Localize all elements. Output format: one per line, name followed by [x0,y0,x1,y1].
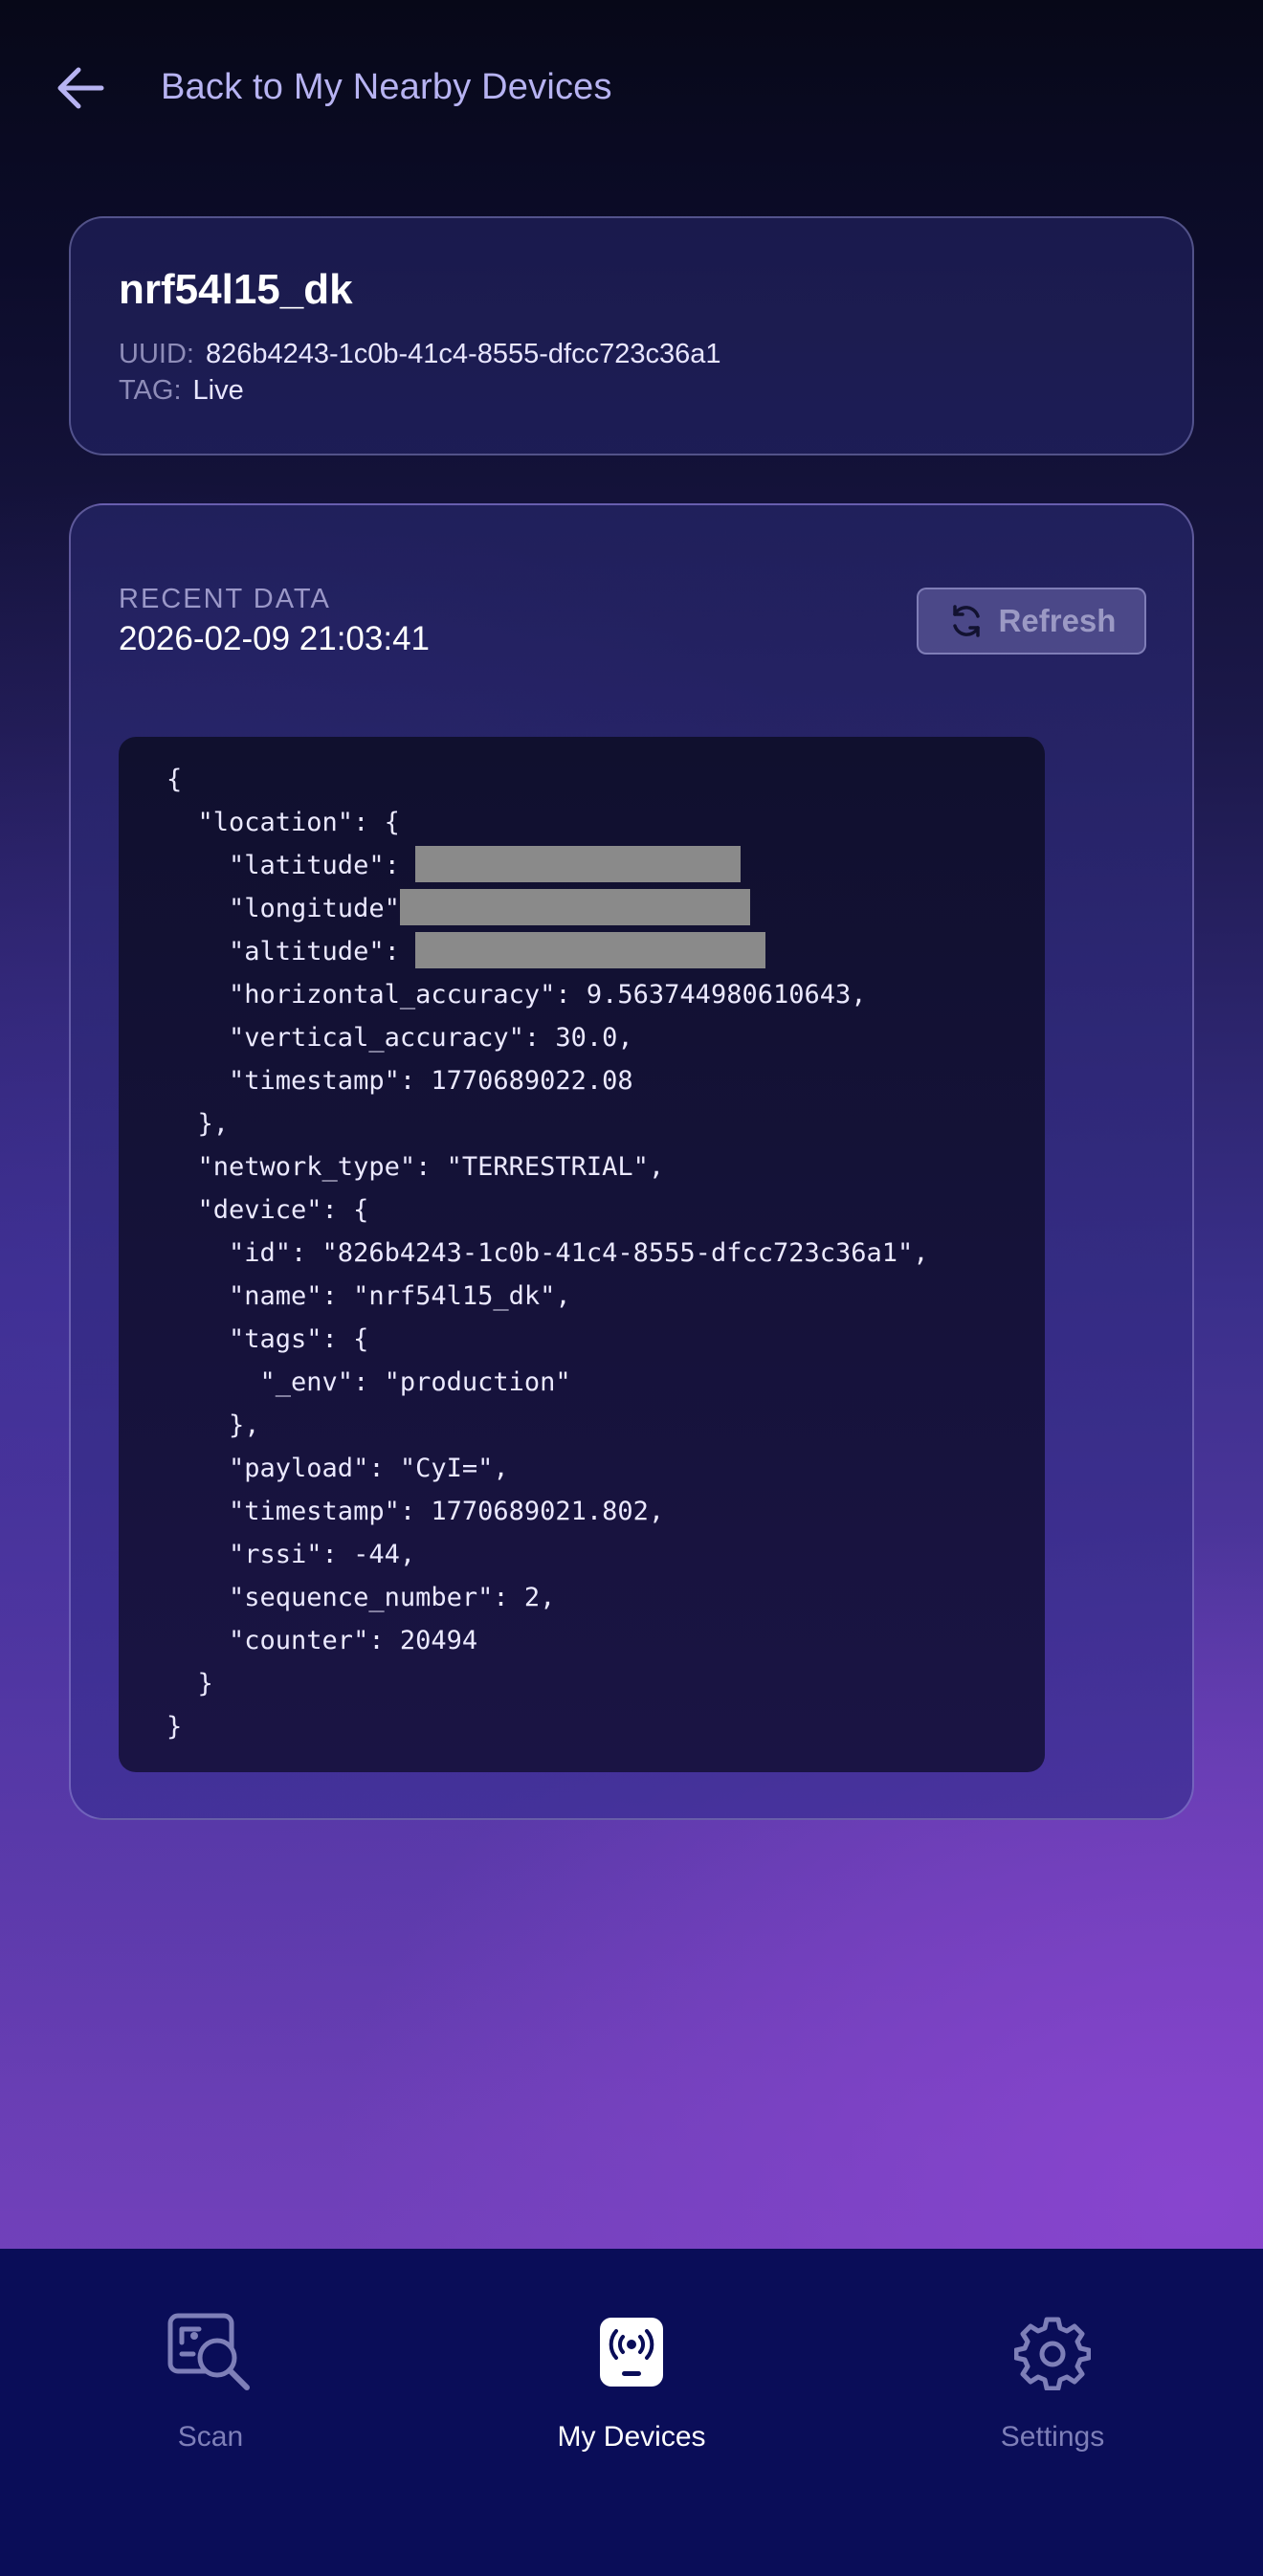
json-line-text: "network_type": "TERRESTRIAL", [166,1152,665,1182]
json-line: "name": "nrf54l15_dk", [166,1275,1045,1318]
json-line: "vertical_accuracy": 30.0, [166,1016,1045,1059]
recent-data-label: RECENT DATA [119,584,331,614]
json-line: } [166,1662,1045,1705]
nav-scan-label: Scan [177,2421,244,2453]
json-line: "payload": "CyI=", [166,1447,1045,1490]
json-line: } [166,1705,1045,1748]
json-line-text: } [166,1712,183,1742]
json-line-text: "counter": 20494 [166,1626,478,1655]
uuid-value: 826b4243-1c0b-41c4-8555-dfcc723c36a1 [205,339,721,369]
bottom-nav: Scan My Devices Settings [0,2249,1263,2576]
recent-data-card: RECENT DATA 2026-02-09 21:03:41 Refresh … [69,503,1194,1820]
scan-search-icon [167,2313,250,2390]
json-line: "device": { [166,1188,1045,1232]
nav-my-devices-label: My Devices [557,2421,706,2453]
json-line: "horizontal_accuracy": 9.563744980610643… [166,973,1045,1016]
json-line-text: "id": "826b4243-1c0b-41c4-8555-dfcc723c3… [166,1238,929,1268]
json-line: "longitude" [166,887,1045,930]
refresh-icon [952,605,980,637]
back-label[interactable]: Back to My Nearby Devices [161,67,612,108]
nav-scan-icon-wrap [165,2306,256,2398]
json-line: }, [166,1404,1045,1447]
json-line-text: "vertical_accuracy": 30.0, [166,1023,633,1053]
json-line: "counter": 20494 [166,1619,1045,1662]
json-line-text: }, [166,1109,230,1139]
nav-settings-icon-wrap [1007,2306,1098,2398]
broadcast-device-icon [600,2318,663,2387]
back-button[interactable] [50,57,111,119]
json-line: "_env": "production" [166,1361,1045,1404]
tag-row: TAG: Live [119,375,244,407]
json-line-text: "timestamp": 1770689022.08 [166,1066,633,1096]
json-line-text: "horizontal_accuracy": 9.563744980610643… [166,980,867,1010]
nav-scan[interactable]: Scan [67,2306,354,2469]
json-line-text: "timestamp": 1770689021.802, [166,1497,665,1526]
json-line-text: "name": "nrf54l15_dk", [166,1281,571,1311]
header: Back to My Nearby Devices [0,0,1263,182]
json-line-text: "location": { [166,808,400,837]
json-line-text: "longitude" [166,894,400,923]
json-line-text: "latitude": [166,851,416,880]
device-name: nrf54l15_dk [119,266,353,313]
json-line: { [166,758,1045,801]
nav-my-devices[interactable]: My Devices [488,2306,775,2469]
uuid-row: UUID: 826b4243-1c0b-41c4-8555-dfcc723c36a… [119,339,720,370]
json-line-text: }, [166,1410,260,1440]
device-info-card: nrf54l15_dk UUID: 826b4243-1c0b-41c4-8555… [69,216,1194,455]
json-line-text: { [166,765,183,794]
json-line-text: "altitude": [166,937,416,966]
uuid-label: UUID: [119,339,194,369]
json-line: "id": "826b4243-1c0b-41c4-8555-dfcc723c3… [166,1232,1045,1275]
json-line: "tags": { [166,1318,1045,1361]
refresh-label: Refresh [998,603,1117,638]
redacted-value [399,888,750,925]
redacted-value [415,845,742,882]
json-line-text: "device": { [166,1195,369,1225]
json-line: "latitude": [166,844,1045,887]
nav-my-devices-icon-wrap [586,2306,677,2398]
json-line: "location": { [166,801,1045,844]
json-line-text: "sequence_number": 2, [166,1583,556,1612]
json-line-text: "payload": "CyI=", [166,1454,509,1483]
json-line-text: "rssi": -44, [166,1540,416,1569]
nav-settings-label: Settings [1000,2421,1105,2453]
json-line: "timestamp": 1770689021.802, [166,1490,1045,1533]
json-line: "timestamp": 1770689022.08 [166,1059,1045,1102]
json-line-text: } [166,1669,213,1699]
json-line: "sequence_number": 2, [166,1576,1045,1619]
nav-settings[interactable]: Settings [909,2306,1196,2469]
json-line-text: "_env": "production" [166,1367,571,1397]
redacted-value [415,931,766,968]
refresh-button[interactable]: Refresh [917,588,1146,655]
tag-label: TAG: [119,375,182,406]
json-line: "network_type": "TERRESTRIAL", [166,1145,1045,1188]
recent-data-timestamp: 2026-02-09 21:03:41 [119,620,430,657]
gear-icon [1014,2317,1091,2390]
json-line: "altitude": [166,930,1045,973]
json-payload-viewer: { "location": { "latitude": "longitude" … [119,737,1045,1772]
json-line: }, [166,1102,1045,1145]
tag-value: Live [192,375,244,406]
json-line: "rssi": -44, [166,1533,1045,1576]
arrow-left-icon [57,67,104,109]
json-line-text: "tags": { [166,1324,369,1354]
